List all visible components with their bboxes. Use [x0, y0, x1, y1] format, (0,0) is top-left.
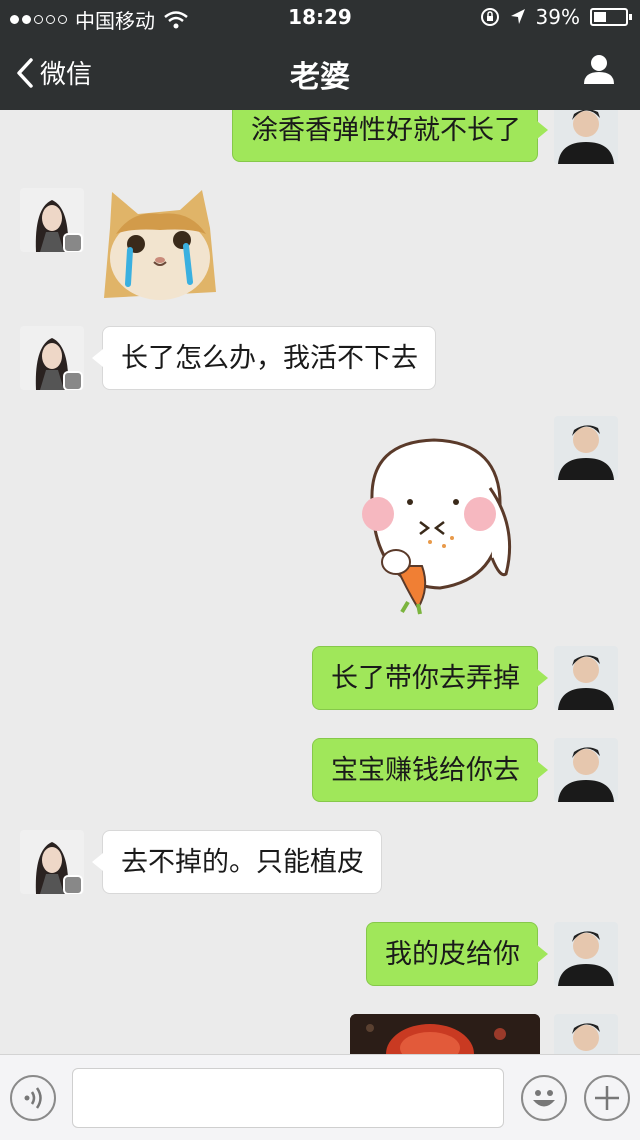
voice-button[interactable] [10, 1075, 56, 1121]
chat-title: 老婆 [290, 60, 350, 95]
message-bubble-received[interactable]: 长了怎么办，我活不下去 [92, 326, 436, 390]
battery-percent: 39% [535, 5, 580, 29]
message-text: 长了怎么办，我活不下去 [121, 343, 418, 374]
emoji-button[interactable] [521, 1075, 567, 1121]
status-bar: 中国移动 18:29 39% [0, 0, 640, 36]
emoji-icon [533, 1090, 555, 1107]
message-input[interactable] [72, 1068, 504, 1128]
message-bubble-sent[interactable]: 我的皮给你 [366, 922, 548, 986]
input-bar [0, 1054, 640, 1140]
my-avatar[interactable] [554, 416, 618, 480]
message-text: 去不掉的。只能植皮 [121, 847, 364, 878]
her-avatar[interactable] [20, 326, 84, 390]
nav-bar: 微信 老婆 [0, 36, 640, 110]
my-avatar[interactable] [554, 738, 618, 802]
chat-area[interactable]: 涂香香弹性好就不长了 长了怎么办，我活不下去 长了带你去弄掉 宝宝赚钱给你去 去… [0, 110, 640, 1054]
message-text: 我的皮给你 [385, 939, 520, 970]
crying-cat-sticker[interactable] [102, 188, 220, 300]
person-icon [584, 55, 614, 84]
my-avatar[interactable] [554, 1014, 618, 1054]
top-bar: 中国移动 18:29 39% 微信 老婆 [0, 0, 640, 110]
message-bubble-received[interactable]: 去不掉的。只能植皮 [92, 830, 382, 894]
her-avatar[interactable] [20, 188, 84, 252]
my-avatar[interactable] [554, 922, 618, 986]
message-bubble-sent[interactable]: 涂香香弹性好就不长了 [232, 110, 548, 162]
message-text: 涂香香弹性好就不长了 [251, 115, 521, 146]
message-bubble-sent[interactable]: 宝宝赚钱给你去 [312, 738, 548, 802]
voice-icon [24, 1087, 42, 1109]
her-avatar[interactable] [20, 830, 84, 894]
my-avatar[interactable] [554, 646, 618, 710]
bunny-eating-carrot-sticker[interactable] [352, 428, 520, 616]
message-text: 宝宝赚钱给你去 [331, 755, 520, 786]
status-right: 39% [480, 5, 632, 29]
battery-icon [590, 8, 632, 26]
contact-info-button[interactable] [582, 52, 616, 90]
message-text: 长了带你去弄掉 [331, 663, 520, 694]
photo-image[interactable] [350, 1014, 540, 1054]
rotation-lock-icon [480, 8, 499, 26]
message-bubble-sent[interactable]: 长了带你去弄掉 [312, 646, 548, 710]
plus-icon [595, 1086, 619, 1110]
location-icon [510, 9, 525, 24]
plus-button[interactable] [584, 1075, 630, 1121]
my-avatar[interactable] [554, 110, 618, 164]
